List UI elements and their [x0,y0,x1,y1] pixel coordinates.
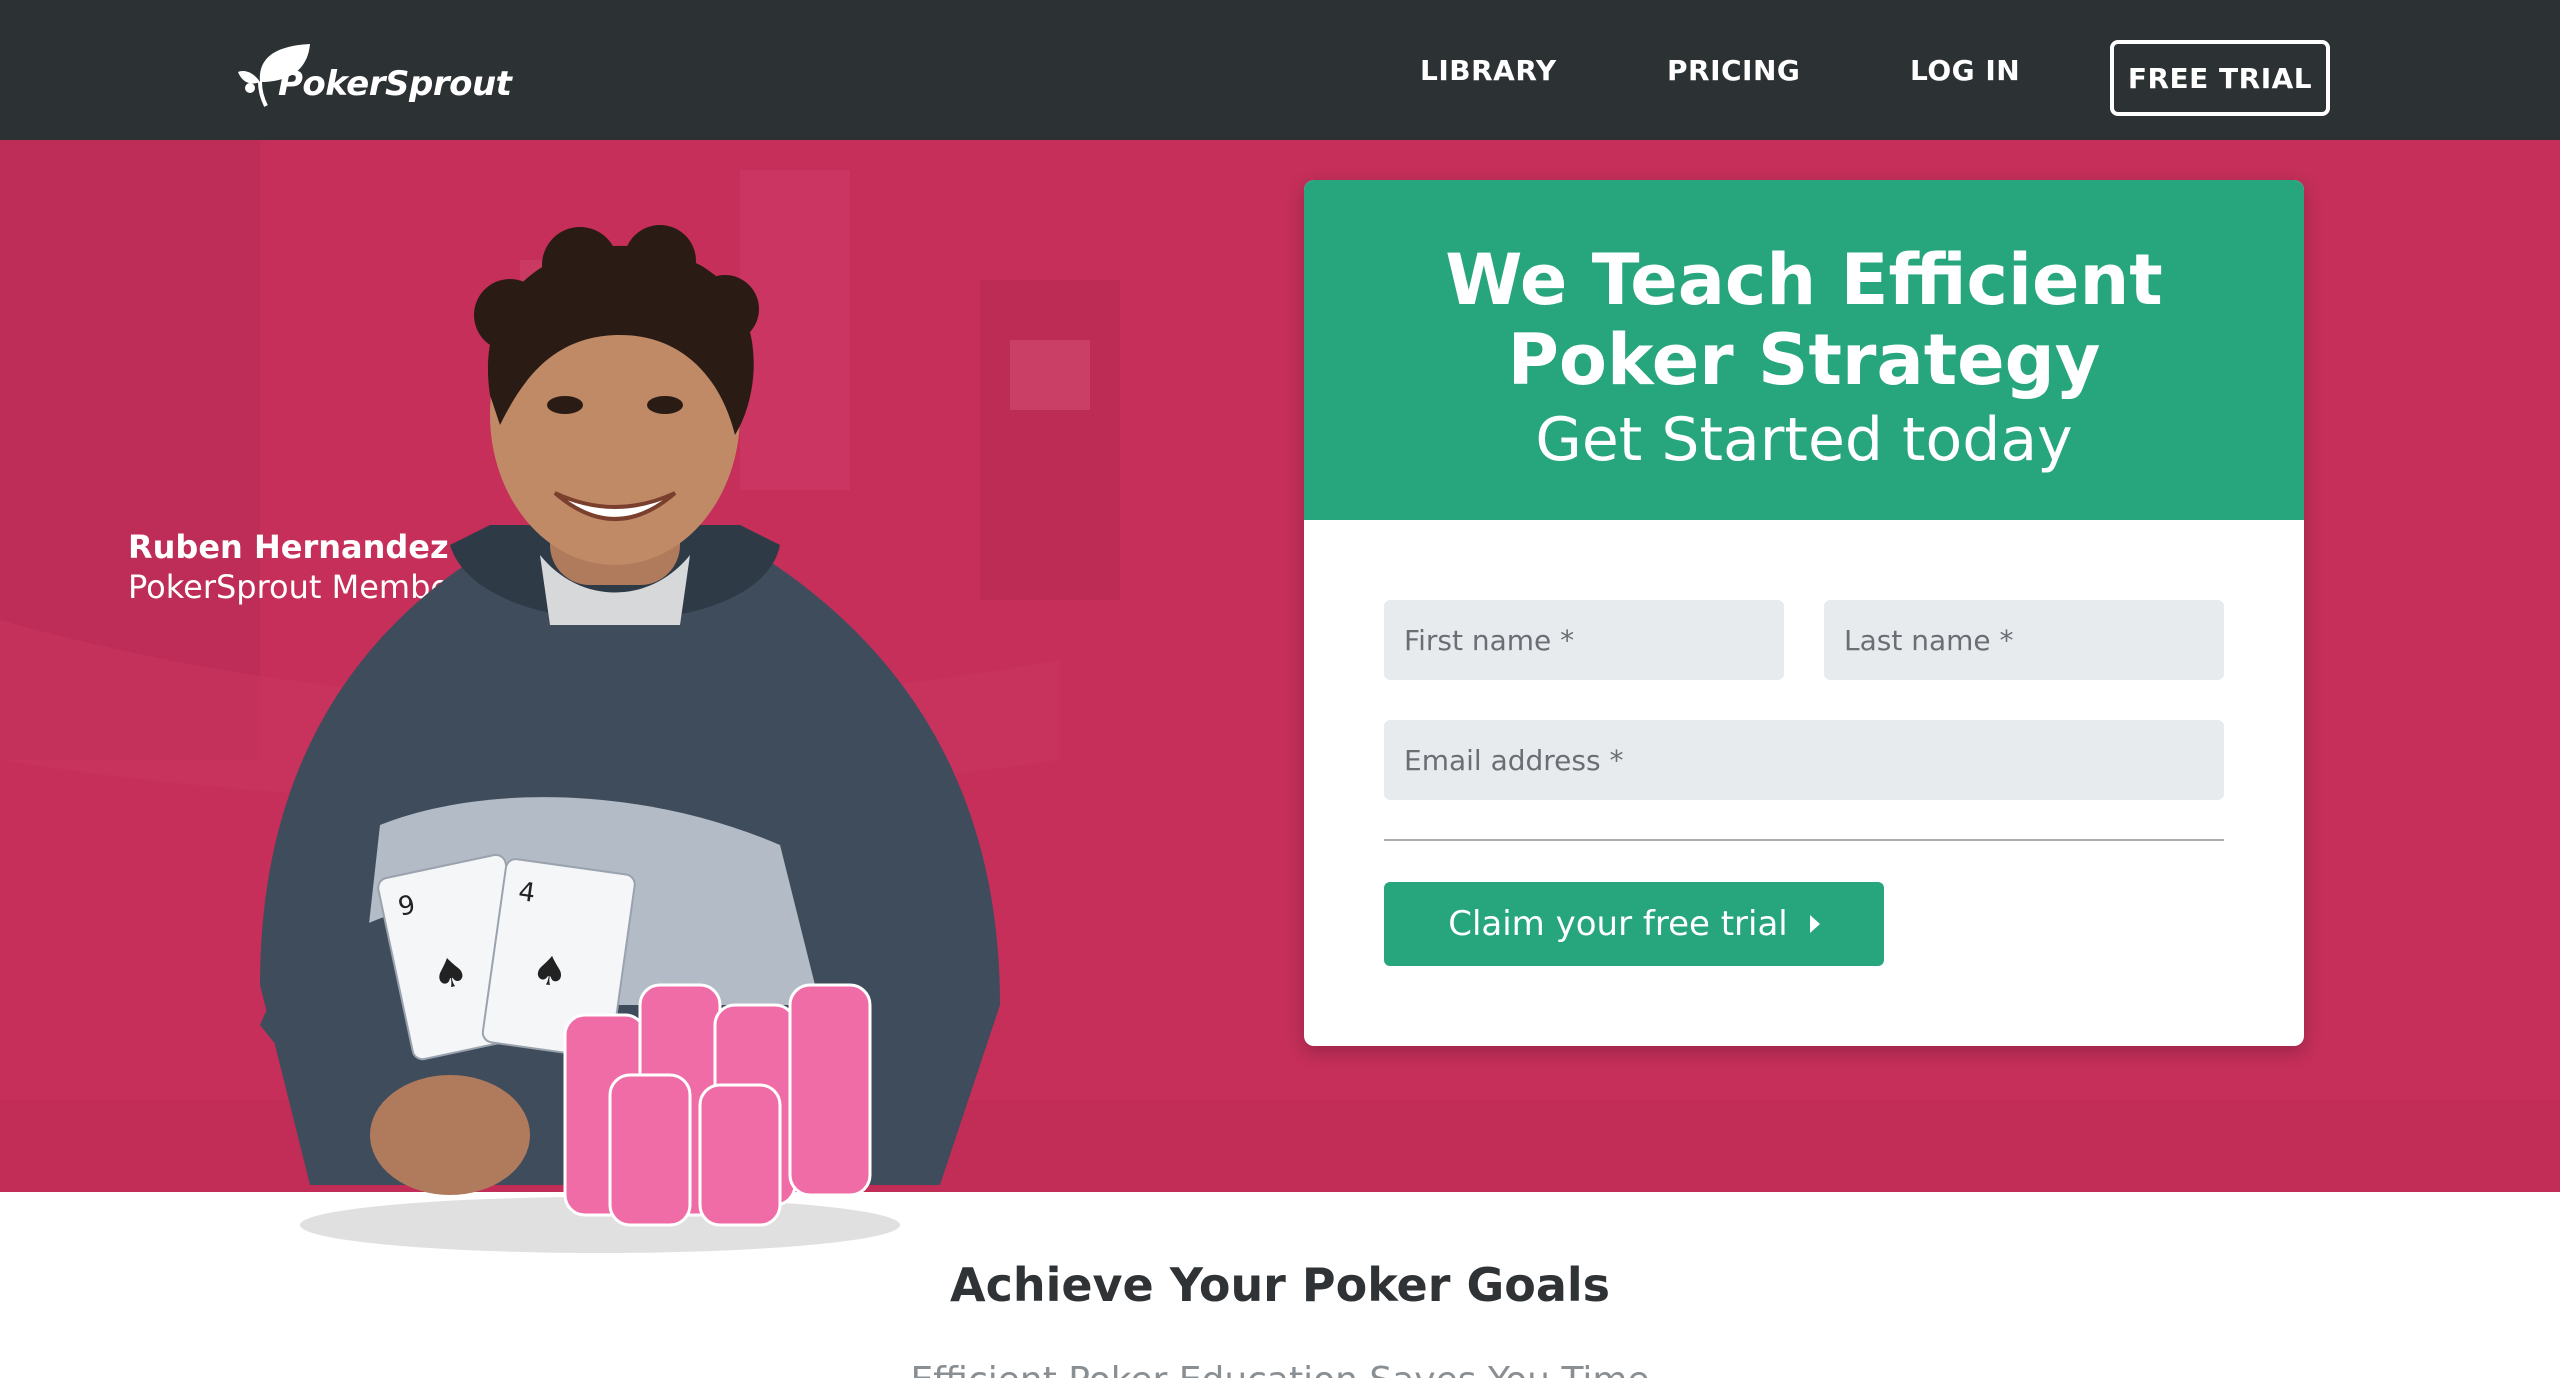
nav-login-link[interactable]: LOG IN [1910,54,2020,87]
signup-card-header: We Teach Efficient Poker Strategy Get St… [1304,180,2304,520]
headline-line-1: We Teach Efficient [1445,239,2163,321]
signup-card: We Teach Efficient Poker Strategy Get St… [1304,180,2304,1046]
email-input[interactable] [1384,720,2224,800]
form-divider [1384,839,2224,841]
nav-pricing-link[interactable]: PRICING [1667,54,1800,87]
free-trial-button[interactable]: FREE TRIAL [2110,40,2330,116]
headline-line-2: Poker Strategy [1507,319,2101,401]
caret-right-icon [1809,915,1820,933]
nav-library-link[interactable]: LIBRARY [1420,54,1557,87]
sprout-leaf-icon [238,44,310,107]
member-photo: 9 ♠ 4 ♠ [260,225,1000,1253]
top-navigation: PokerSprout LIBRARY PRICING LOG IN FREE … [0,0,2560,140]
claim-free-trial-button[interactable]: Claim your free trial [1384,882,1884,966]
svg-text:♠: ♠ [529,947,571,998]
first-name-input[interactable] [1384,600,1784,680]
last-name-input[interactable] [1824,600,2224,680]
headline-subtitle: Get Started today [1535,405,2073,475]
pokersprout-logo[interactable]: PokerSprout [236,26,512,112]
section-title: Achieve Your Poker Goals [949,1258,1611,1312]
section-subtitle: Efficient Poker Education Saves You Time [0,1360,2560,1378]
claim-free-trial-label: Claim your free trial [1448,904,1788,944]
logo-wordmark: PokerSprout [278,64,512,104]
